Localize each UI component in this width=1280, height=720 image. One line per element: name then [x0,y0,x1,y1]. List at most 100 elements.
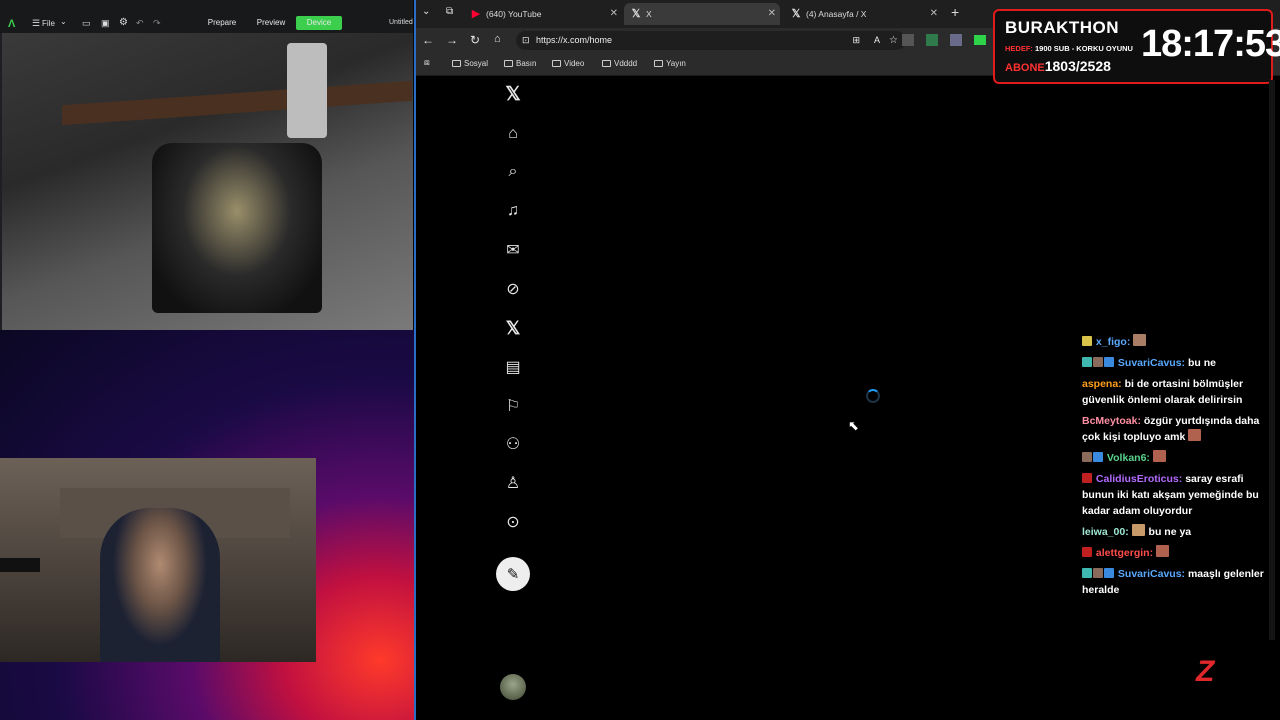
site-info-icon[interactable]: ⊡ [522,31,530,50]
extension-icon[interactable] [950,34,962,46]
chat-message: CalidiusEroticus: saray esrafi bunun iki… [1082,471,1278,519]
chat-user: aspena: [1082,378,1122,390]
chat-text: bu ne [1187,357,1216,369]
new-tab-button[interactable]: + [951,4,959,20]
app-install-icon[interactable]: ⊞ [852,31,860,50]
chat-user: BcMeytoak: [1082,415,1141,427]
overlay-subscribers: ABONE1803/2528 [1005,58,1111,74]
loading-spinner-icon [866,389,880,403]
bookmark-folder[interactable]: Yayın [654,57,686,71]
lists-icon[interactable]: ▤ [502,356,524,378]
profile-icon[interactable]: ♙ [502,472,524,494]
close-icon[interactable]: ✕ [610,3,618,25]
workspaces-icon[interactable]: ⧉ [446,6,453,17]
read-aloud-icon[interactable]: A [874,31,880,50]
chat-user: SuvariCavus: [1117,357,1186,369]
account-avatar[interactable] [500,674,526,700]
overlay-title: BURAKTHON [1005,18,1120,37]
forward-icon[interactable]: → [446,33,458,47]
star-icon[interactable]: ☆ [889,31,898,50]
mouse-cursor-icon: ⬉ [848,418,859,433]
slicer-toolbar: Λ ☰ File ⌄ ▭ ▣ ⚙ ↶ ↷ Prepare Preview Dev… [0,0,413,33]
x-logo-icon[interactable]: 𝕏 [502,83,524,105]
chat-text: bu ne ya [1148,526,1192,538]
tab-preview[interactable]: Preview [249,16,293,30]
goal-text: 1900 SUB - KORKU OYUNU [1035,44,1133,53]
url-bar[interactable]: ⊡ https://x.com/home ⊞ A ☆ [516,31,906,50]
save-icon[interactable]: ▣ [101,18,110,29]
streamer [100,508,220,662]
chat-message: SuvariCavus: bu ne [1082,355,1278,371]
home-icon[interactable]: ⌂ [502,123,524,145]
bookmark-icon[interactable]: ⚐ [502,395,524,417]
printer-camera-feed [2,33,413,330]
extension-icon[interactable] [902,34,914,46]
tab-anasayfa[interactable]: 𝕏 (4) Anasayfa / X ✕ [784,3,942,25]
microphone [0,558,40,572]
chat-message: aspena: bi de ortasini bölmüşler güvenli… [1082,376,1278,408]
search-icon[interactable]: ⌕ [502,161,524,183]
webcam-feed [0,458,316,662]
back-icon[interactable]: ← [422,33,434,47]
chat-message: alettgergin: [1082,545,1278,561]
redo-icon[interactable]: ↷ [153,18,161,29]
tab-youtube[interactable]: ▶ (640) YouTube ✕ [464,3,622,25]
extension-icon[interactable] [974,35,986,45]
tab-title: X [646,9,652,19]
bookmark-folder[interactable]: Video [552,57,584,71]
tab-x-active[interactable]: 𝕏 X ✕ [624,3,780,25]
chevron-down-icon[interactable]: ⌄ [60,17,67,26]
file-menu[interactable]: File [42,19,55,28]
slicer-logo-icon: Λ [8,18,16,30]
bell-icon[interactable]: ♫ [502,200,524,222]
goal-label: HEDEF: [1005,44,1033,53]
tab-actions-icon[interactable]: ⧈ [424,57,430,68]
gear-icon[interactable]: ⚙ [119,17,128,28]
bookmark-folder[interactable]: Vdddd [602,57,637,71]
bookmark-folder[interactable]: Sosyal [452,57,488,71]
hamburger-icon[interactable]: ☰ [32,18,40,29]
emote-icon [1188,429,1202,441]
refresh-icon[interactable]: ↻ [470,33,480,47]
abone-count: 1803/2528 [1044,58,1111,74]
chat-message: SuvariCavus: maaşlı gelenler heralde [1082,566,1278,598]
tab-device[interactable]: Device [296,16,342,30]
x-premium-icon[interactable]: 𝕏 [502,317,524,339]
badge-icon [1104,568,1114,578]
communities-icon[interactable]: ⚇ [502,433,524,455]
extension-icon[interactable] [926,34,938,46]
badge-icon [1093,452,1103,462]
home-icon[interactable]: ⌂ [494,33,501,45]
emote-icon [1156,545,1170,557]
tab-prepare[interactable]: Prepare [200,16,244,30]
tab-list-icon[interactable]: ⌄ [422,6,430,17]
close-icon[interactable]: ✕ [930,3,938,25]
mail-icon[interactable]: ✉ [502,239,524,261]
print-head [287,43,327,138]
grok-icon[interactable]: ⊘ [502,278,524,300]
chat-user: x_figo: [1095,336,1131,348]
chat-message: BcMeytoak: özgür yurtdışında daha çok ki… [1082,413,1278,445]
undo-icon[interactable]: ↶ [136,18,144,29]
badge-icon [1082,473,1092,483]
printer-frame [62,80,412,126]
folder-icon[interactable]: ▭ [82,18,91,29]
abone-label: ABONE [1005,62,1045,74]
chat-user: CalidiusEroticus: [1095,473,1183,485]
post-button[interactable]: ✎ [496,557,530,591]
channel-logo-icon: Z [1196,655,1215,688]
stream-timer-overlay: BURAKTHON HEDEF: 1900 SUB - KORKU OYUNU … [993,9,1280,84]
url-text: https://x.com/home [536,35,613,45]
bookmark-folder[interactable]: Basın [504,57,536,71]
tab-title: (4) Anasayfa / X [806,9,867,19]
close-icon[interactable]: ✕ [768,3,776,25]
more-icon[interactable]: ⊙ [502,511,524,533]
emote-icon [1152,450,1166,462]
badge-icon [1082,452,1092,462]
badge-icon [1093,357,1103,367]
x-logo-icon: 𝕏 [791,8,801,20]
badge-icon [1082,547,1092,557]
overlay-goal: HEDEF: 1900 SUB - KORKU OYUNU [1005,44,1133,53]
chat-message: leiwa_00: bu ne ya [1082,524,1278,540]
page-scrollbar[interactable] [1269,80,1275,640]
